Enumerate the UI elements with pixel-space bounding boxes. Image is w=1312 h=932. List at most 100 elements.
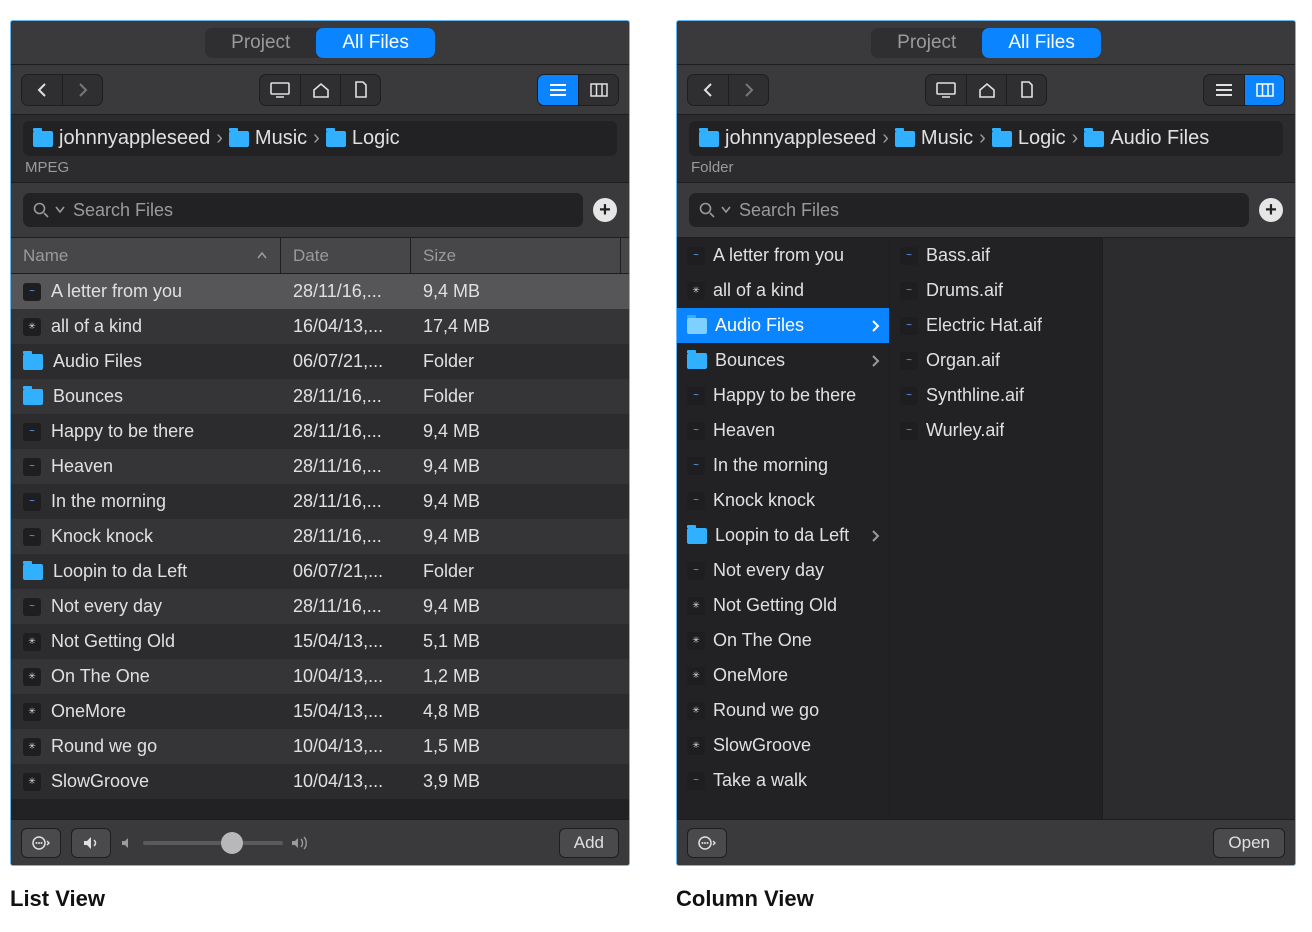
search-input[interactable] [689,193,1249,227]
column-header-size[interactable]: Size [411,238,621,273]
folder-icon [23,564,43,580]
column-item[interactable]: Bounces [677,343,889,378]
folder-icon [895,131,915,147]
preview-play-button[interactable] [71,828,111,858]
table-row[interactable]: Not every day28/11/16,...9,4 MB [11,589,629,624]
column-item[interactable]: Loopin to da Left [677,518,889,553]
slider-thumb[interactable] [221,832,243,854]
table-row[interactable]: OneMore15/04/13,...4,8 MB [11,694,629,729]
file-name: Synthline.aif [926,385,1024,406]
action-menu-button[interactable] [21,828,61,858]
home-button[interactable] [300,75,340,105]
table-row[interactable]: Round we go10/04/13,...1,5 MB [11,729,629,764]
tab-all-files[interactable]: All Files [316,28,435,58]
tab-project[interactable]: Project [871,28,982,58]
file-size: 17,4 MB [411,316,621,337]
column-item[interactable]: Happy to be there [677,378,889,413]
column-header-name[interactable]: Name [11,238,281,273]
column-item[interactable]: Knock knock [677,483,889,518]
search-input[interactable] [23,193,583,227]
list-view-icon [549,83,567,97]
column-item[interactable]: Take a walk [677,763,889,798]
breadcrumb-item[interactable]: Logic [992,127,1066,150]
breadcrumb-item[interactable]: Logic [326,127,400,150]
table-row[interactable]: all of a kind16/04/13,...17,4 MB [11,309,629,344]
toolbar [11,65,629,115]
column-item[interactable]: Electric Hat.aif [890,308,1102,343]
home-button[interactable] [966,75,1006,105]
nav-forward-button[interactable] [62,75,102,105]
table-row[interactable]: Knock knock28/11/16,...9,4 MB [11,519,629,554]
add-button[interactable]: Add [559,828,619,858]
breadcrumb-item[interactable]: Audio Files [1084,127,1209,150]
column-view-button[interactable] [578,75,618,105]
breadcrumb-item[interactable]: Music [895,127,973,150]
column-header-date[interactable]: Date [281,238,411,273]
audio-file-icon [687,422,705,440]
column-item[interactable]: all of a kind [677,273,889,308]
table-row[interactable]: In the morning28/11/16,...9,4 MB [11,484,629,519]
table-row[interactable]: Loopin to da Left06/07/21,...Folder [11,554,629,589]
table-row[interactable]: Audio Files06/07/21,...Folder [11,344,629,379]
list-view-button[interactable] [538,75,578,105]
table-row[interactable]: A letter from you28/11/16,...9,4 MB [11,274,629,309]
column-item[interactable]: On The One [677,623,889,658]
tab-project[interactable]: Project [205,28,316,58]
project-button[interactable] [1006,75,1046,105]
nav-forward-button[interactable] [728,75,768,105]
breadcrumb[interactable]: johnnyappleseed›Music›Logic›Audio Files [689,121,1283,156]
column-item[interactable]: Heaven [677,413,889,448]
nav-back-button[interactable] [22,75,62,105]
volume-slider[interactable] [121,836,309,850]
column-item[interactable]: Synthline.aif [890,378,1102,413]
column-item[interactable]: OneMore [677,658,889,693]
breadcrumb-label: Logic [352,127,400,150]
column-view-icon [1256,83,1274,97]
file-name: all of a kind [713,280,804,301]
slider-track[interactable] [143,841,283,845]
list-view-button[interactable] [1204,75,1244,105]
project-button[interactable] [340,75,380,105]
chevron-left-icon [36,83,48,97]
table-row[interactable]: Not Getting Old15/04/13,...5,1 MB [11,624,629,659]
breadcrumb-item[interactable]: johnnyappleseed [699,127,876,150]
column-item[interactable]: SlowGroove [677,728,889,763]
add-filter-button[interactable]: + [1259,198,1283,222]
table-row[interactable]: Happy to be there28/11/16,...9,4 MB [11,414,629,449]
column-item[interactable]: Drums.aif [890,273,1102,308]
table-row[interactable]: Bounces28/11/16,...Folder [11,379,629,414]
column-item[interactable]: Organ.aif [890,343,1102,378]
breadcrumb-separator: › [882,127,889,150]
column-item[interactable]: Wurley.aif [890,413,1102,448]
column-item[interactable]: Not Getting Old [677,588,889,623]
document-icon [1020,81,1034,98]
column-item[interactable]: Audio Files [677,308,889,343]
table-row[interactable]: Heaven28/11/16,...9,4 MB [11,449,629,484]
computer-button[interactable] [926,75,966,105]
file-size: 4,8 MB [411,701,621,722]
column-item[interactable]: Bass.aif [890,238,1102,273]
search-field[interactable] [71,199,573,222]
column-view-button[interactable] [1244,75,1284,105]
breadcrumb-item[interactable]: johnnyappleseed [33,127,210,150]
tab-all-files[interactable]: All Files [982,28,1101,58]
file-date: 16/04/13,... [281,316,411,337]
column-item[interactable]: A letter from you [677,238,889,273]
ellipsis-circle-icon [698,836,716,850]
breadcrumb-item[interactable]: Music [229,127,307,150]
action-menu-button[interactable] [687,828,727,858]
chevron-right-icon [870,529,881,543]
column-item[interactable]: In the morning [677,448,889,483]
table-row[interactable]: On The One10/04/13,...1,2 MB [11,659,629,694]
nav-back-button[interactable] [688,75,728,105]
computer-button[interactable] [260,75,300,105]
add-filter-button[interactable]: + [593,198,617,222]
open-button[interactable]: Open [1213,828,1285,858]
search-field[interactable] [737,199,1239,222]
breadcrumb[interactable]: johnnyappleseed›Music›Logic [23,121,617,156]
folder-icon [229,131,249,147]
breadcrumb-bar: johnnyappleseed›Music›Logic MPEG [11,115,629,183]
column-item[interactable]: Round we go [677,693,889,728]
table-row[interactable]: SlowGroove10/04/13,...3,9 MB [11,764,629,799]
column-item[interactable]: Not every day [677,553,889,588]
